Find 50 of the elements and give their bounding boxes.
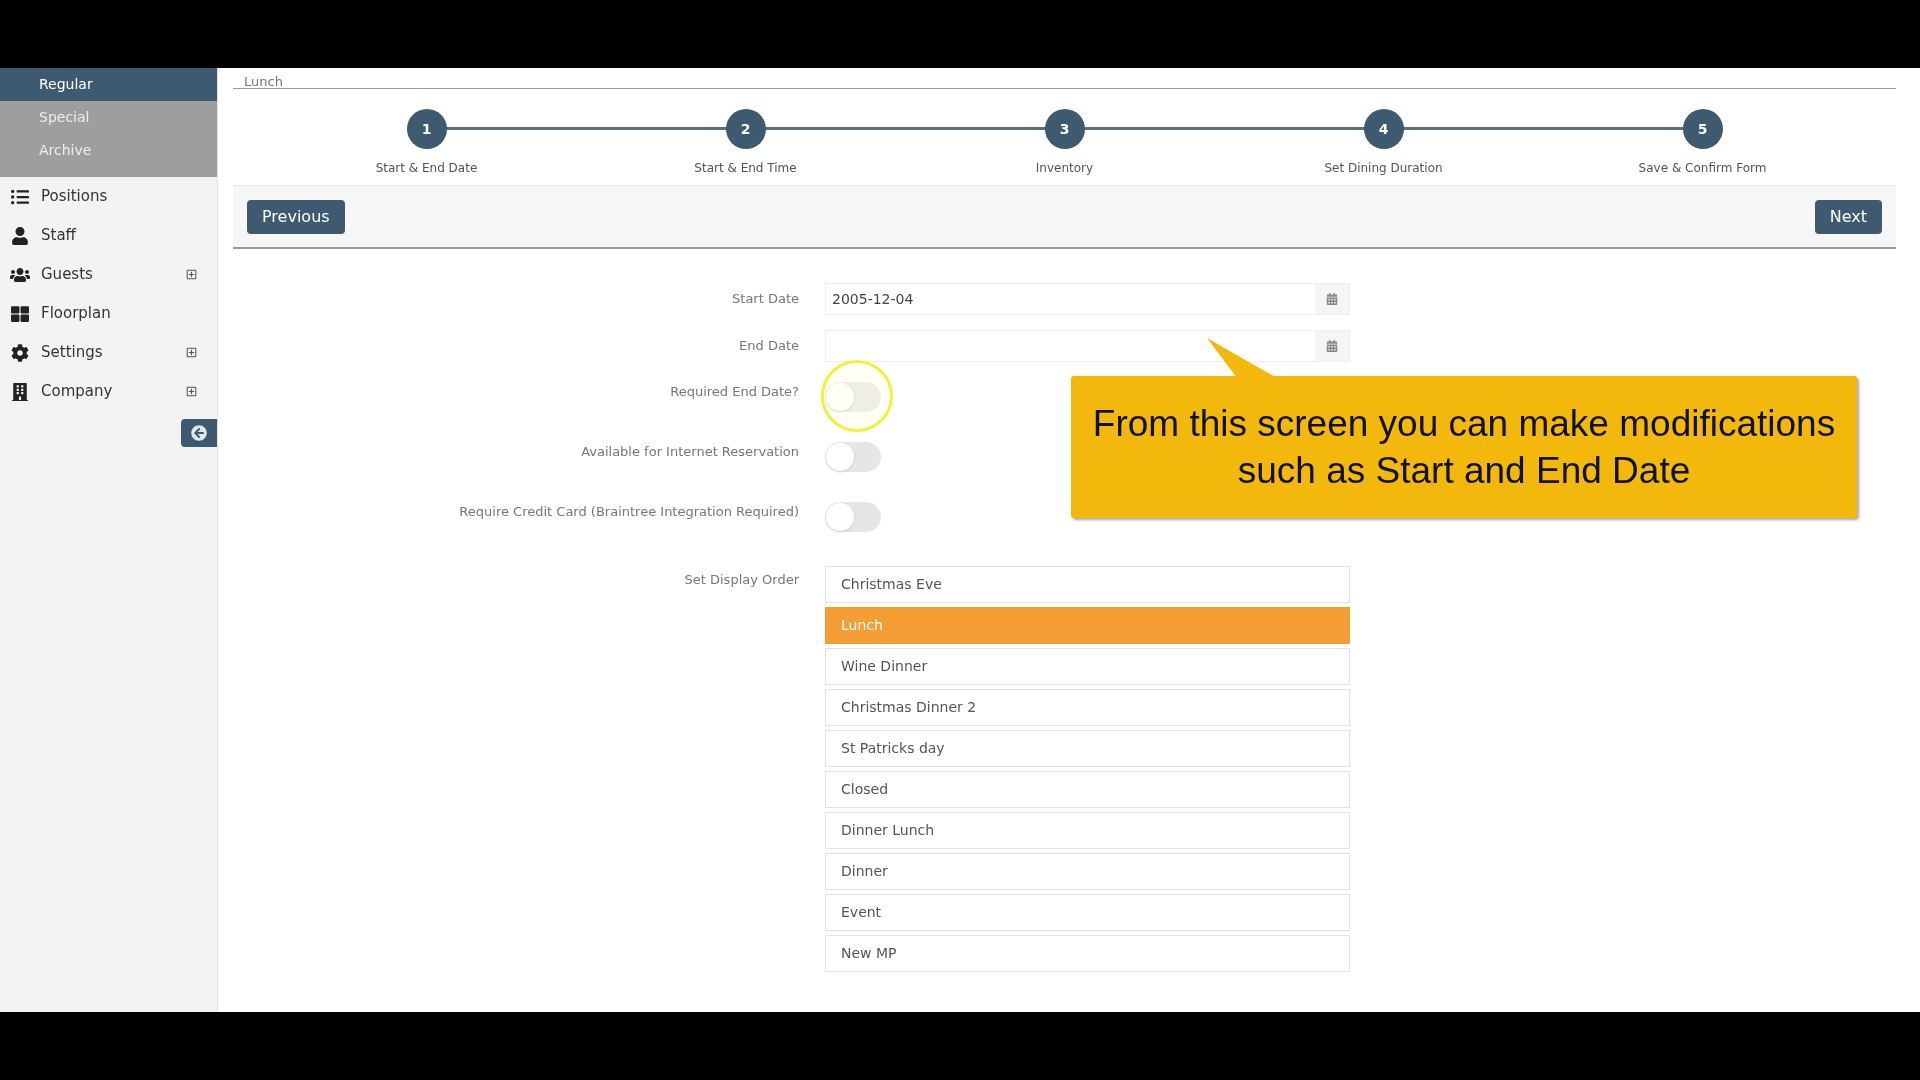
field-label: Set Display Order: [683, 571, 799, 589]
calendar-icon[interactable]: [1326, 293, 1338, 305]
callout-text: From this screen you can make modifications such as Start and End Date: [1091, 402, 1837, 493]
display-order-item[interactable]: Christmas Eve: [825, 566, 1350, 603]
display-order-item[interactable]: New MP: [825, 935, 1350, 972]
user-icon: [10, 226, 30, 245]
sidebar-item[interactable]: Company: [41, 380, 186, 403]
calendar-icon[interactable]: [1326, 340, 1338, 352]
list-icon: [10, 187, 30, 206]
sidebar-item[interactable]: Settings: [41, 341, 186, 364]
previous-button[interactable]: Previous: [247, 199, 345, 234]
sidebar-item[interactable]: Positions: [41, 185, 197, 208]
users-icon: [10, 265, 30, 284]
display-order-item[interactable]: Christmas Dinner 2: [825, 689, 1350, 726]
toggle-label: Available for Internet Reservation: [580, 443, 799, 461]
display-order-item[interactable]: Event: [825, 894, 1350, 931]
toggle-switch[interactable]: [825, 442, 881, 472]
expand-icon[interactable]: [186, 347, 197, 358]
arrow-left-icon: [191, 425, 207, 441]
display-order-item[interactable]: Closed: [825, 771, 1350, 808]
step-label: Start & End Date: [375, 160, 478, 177]
field-label: End Date: [738, 337, 799, 355]
toggle-label: Require Credit Card (Braintree Integration Required): [458, 503, 799, 521]
collapse-button[interactable]: [181, 419, 217, 447]
expand-icon[interactable]: [186, 386, 197, 397]
toggle-label: Required End Date?: [669, 383, 799, 401]
sidebar-item[interactable]: Floorplan: [41, 302, 197, 325]
field-value: 2005-12-04: [831, 289, 915, 309]
display-order-item[interactable]: Dinner: [825, 853, 1350, 890]
display-order-item[interactable]: St Patricks day: [825, 730, 1350, 767]
step-label: Start & End Time: [694, 160, 797, 177]
step-label: Save & Confirm Form: [1638, 160, 1767, 177]
submenu-item[interactable]: Regular: [0, 68, 217, 101]
sidebar-item[interactable]: Staff: [41, 224, 197, 247]
step-label: Inventory: [1035, 160, 1094, 177]
start-date-field[interactable]: 2005-12-04: [825, 283, 1350, 315]
end-date-field[interactable]: [825, 330, 1350, 362]
field-label: Start Date: [731, 290, 799, 308]
step-label: Set Dining Duration: [1324, 160, 1443, 177]
breadcrumb[interactable]: Lunch: [244, 75, 283, 88]
expand-icon[interactable]: [186, 269, 197, 280]
display-order-item[interactable]: Dinner Lunch: [825, 812, 1350, 849]
building-icon: [10, 382, 30, 401]
toggle-switch[interactable]: [825, 382, 881, 412]
toggle-switch[interactable]: [825, 502, 881, 532]
sidebar-item[interactable]: Guests: [41, 263, 186, 286]
display-order-item[interactable]: Wine Dinner: [825, 648, 1350, 685]
grid-icon: [10, 304, 30, 323]
next-button[interactable]: Next: [1814, 199, 1882, 234]
settings-icon: [10, 343, 30, 362]
